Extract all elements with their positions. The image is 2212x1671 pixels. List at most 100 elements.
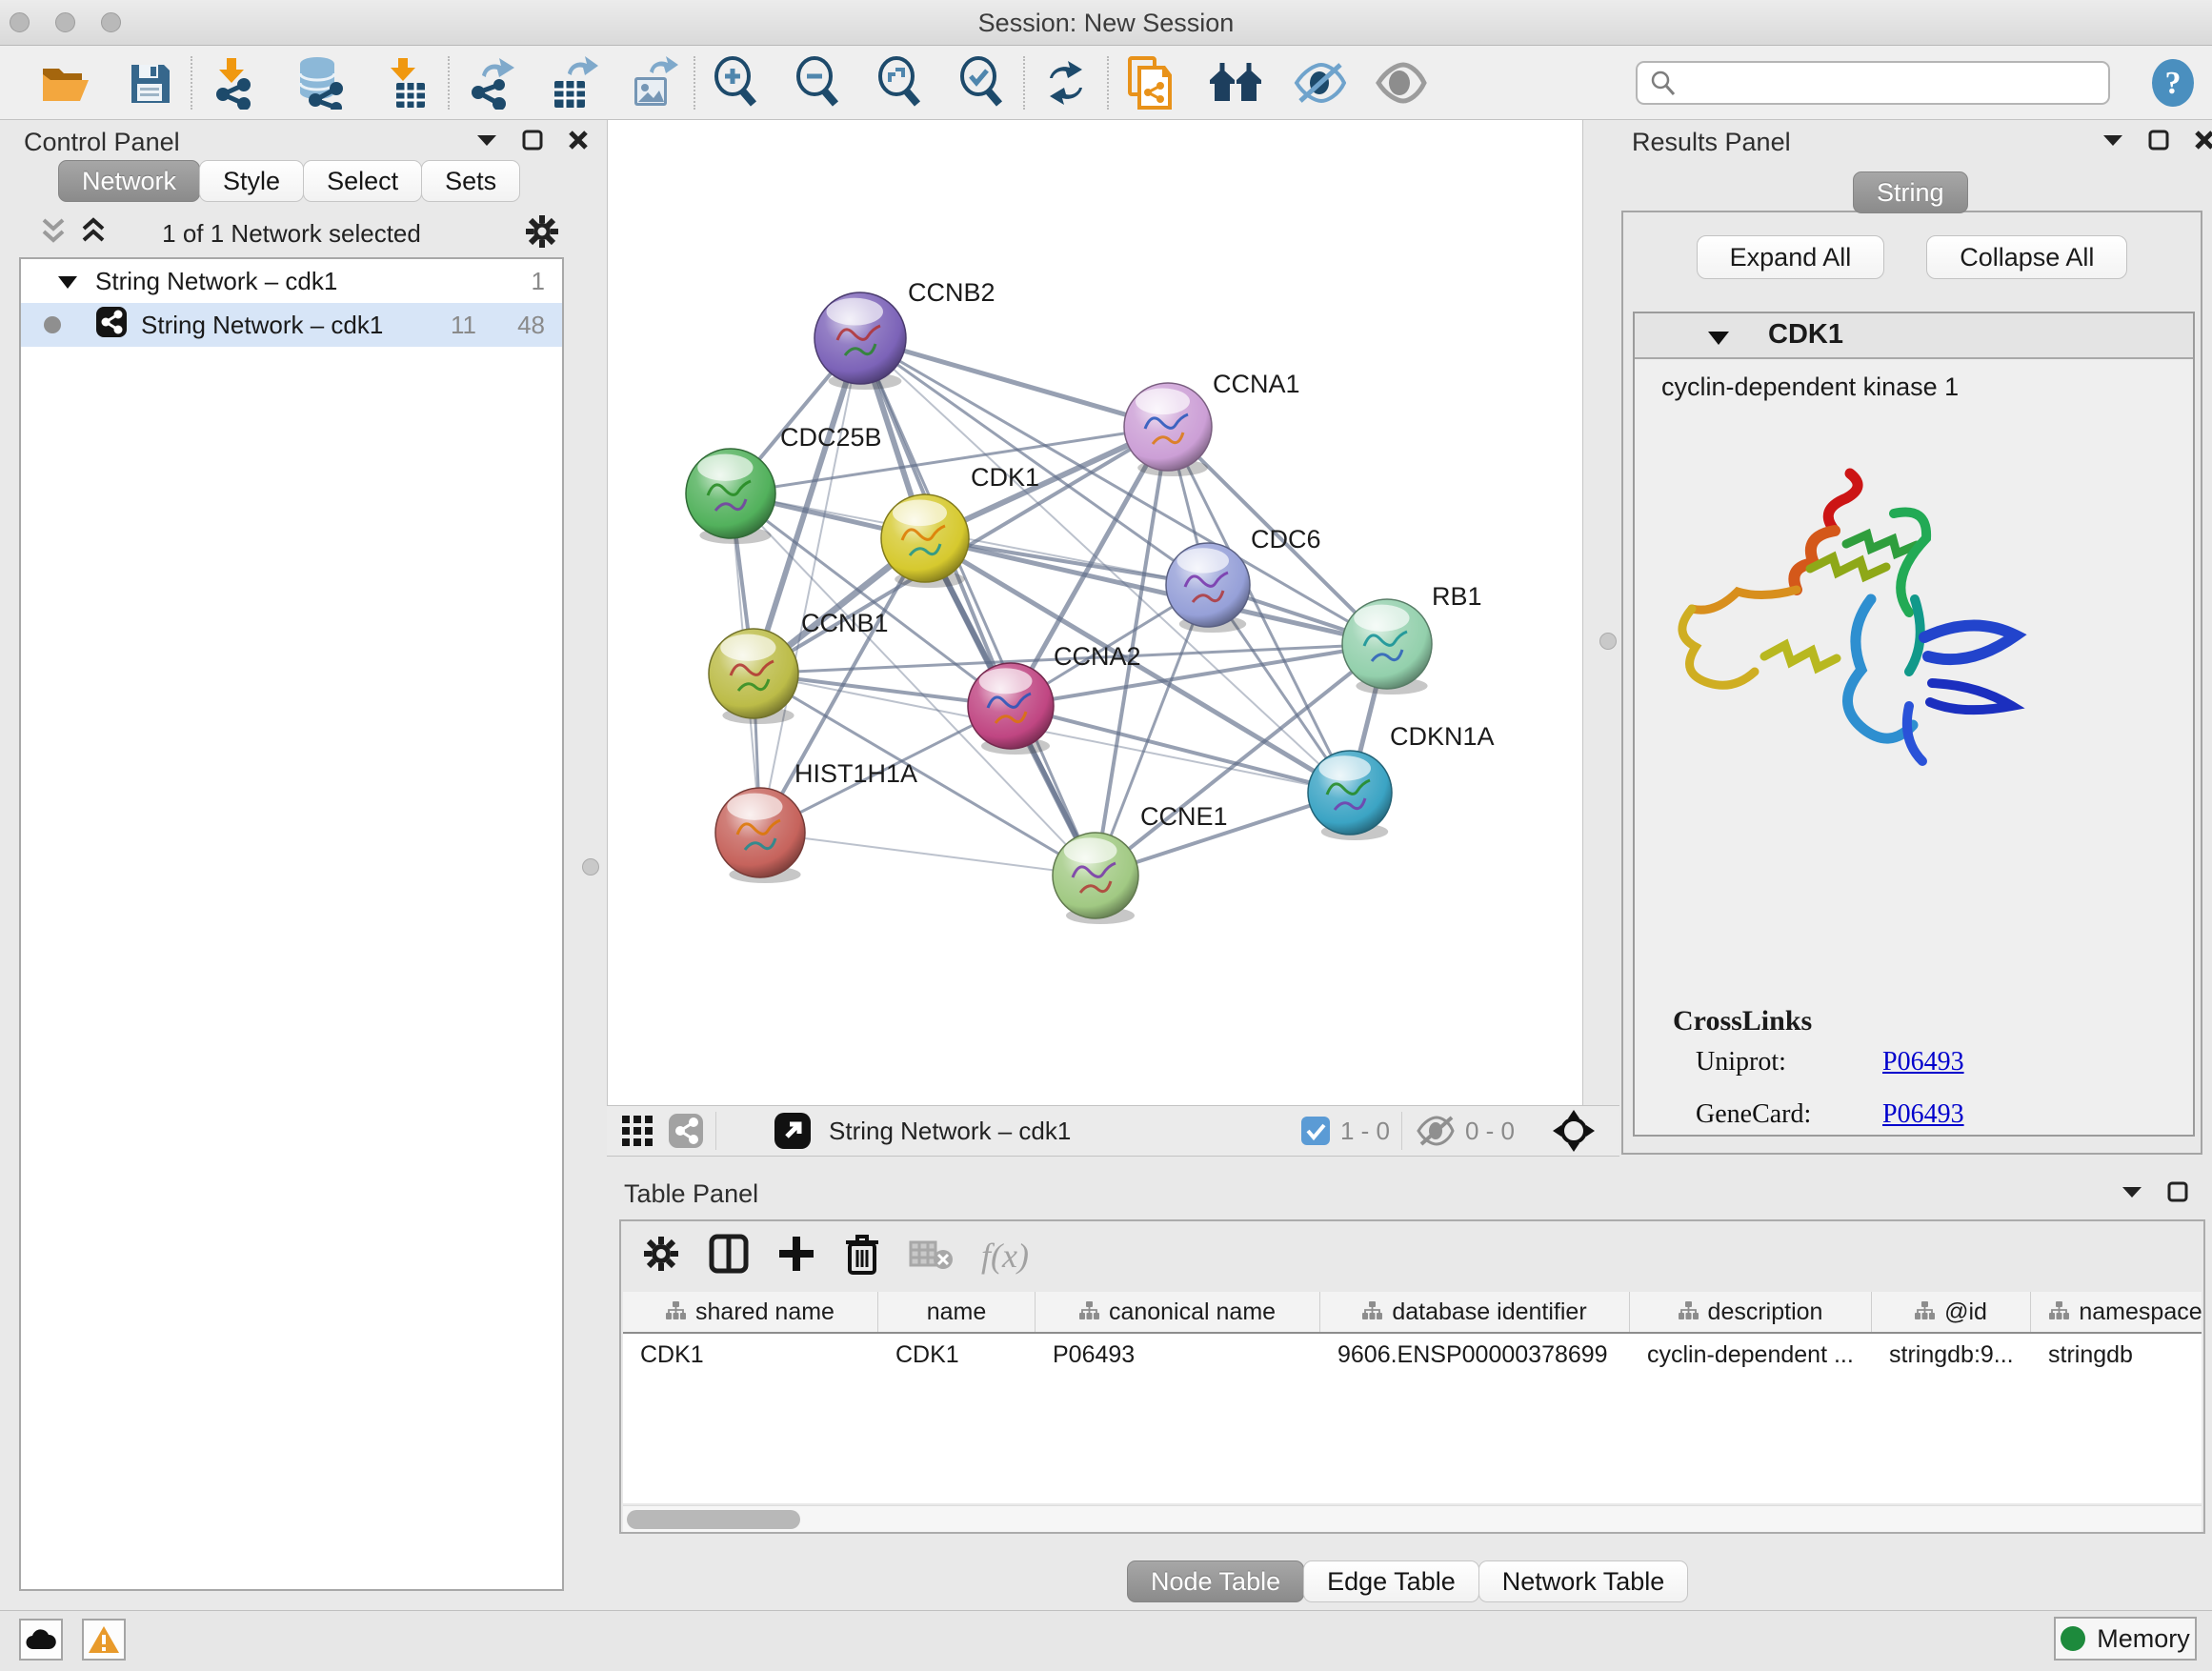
open-file-button[interactable] xyxy=(36,56,95,110)
network-node-ccnb1[interactable] xyxy=(709,629,798,724)
tab-string[interactable]: String xyxy=(1853,171,1968,213)
add-column-icon[interactable] xyxy=(777,1235,815,1278)
table-row[interactable]: CDK1CDK1P064939606.ENSP00000378699cyclin… xyxy=(623,1334,2202,1376)
search-input[interactable] xyxy=(1687,69,2108,98)
network-node-cdkn1a[interactable] xyxy=(1308,751,1392,840)
collapse-gene-arrow-icon[interactable] xyxy=(1707,330,1730,351)
column-header--id[interactable]: @id xyxy=(1872,1292,2031,1332)
show-grid-icon[interactable] xyxy=(620,1114,654,1148)
column-header-canonical-name[interactable]: canonical name xyxy=(1036,1292,1320,1332)
float-panel-icon[interactable] xyxy=(2120,1179,2144,1204)
selected-checkbox-icon[interactable] xyxy=(1300,1116,1331,1146)
home-button[interactable] xyxy=(1206,56,1265,110)
network-edge[interactable] xyxy=(760,833,1096,876)
network-node-cdc25b[interactable] xyxy=(686,449,775,544)
zoom-in-button[interactable] xyxy=(707,56,766,110)
save-session-button[interactable] xyxy=(120,56,179,110)
crosslink-link[interactable]: P06493 xyxy=(1882,1099,1964,1130)
birds-eye-view-icon[interactable] xyxy=(1553,1110,1595,1152)
collapse-all-button[interactable]: Collapse All xyxy=(1926,235,2127,279)
table-cell[interactable]: stringdb xyxy=(2031,1334,2202,1376)
help-button[interactable]: ? xyxy=(2147,57,2199,113)
column-attribute-icon xyxy=(1679,1299,1699,1326)
show-panel-eye-icon[interactable] xyxy=(1372,56,1431,110)
column-header-description[interactable]: description xyxy=(1630,1292,1872,1332)
table-cell[interactable]: 9606.ENSP00000378699 xyxy=(1320,1334,1630,1376)
export-network-button[interactable] xyxy=(461,56,520,110)
table-settings-gear-icon[interactable] xyxy=(642,1235,680,1278)
network-node-ccna2[interactable] xyxy=(968,663,1054,755)
node-label-cdkn1a: CDKN1A xyxy=(1390,722,1495,751)
network-edge[interactable] xyxy=(860,338,1387,644)
crosslink-link[interactable]: P06493 xyxy=(1882,1047,1964,1077)
scrollbar-thumb[interactable] xyxy=(627,1510,800,1529)
column-header-shared-name[interactable]: shared name xyxy=(623,1292,878,1332)
tab-edge-table[interactable]: Edge Table xyxy=(1303,1560,1479,1602)
collection-expand-arrow-icon[interactable] xyxy=(57,267,78,296)
tab-style[interactable]: Style xyxy=(199,160,304,202)
table-cell[interactable]: CDK1 xyxy=(878,1334,1036,1376)
table-cell[interactable]: CDK1 xyxy=(623,1334,878,1376)
node-label-ccna1: CCNA1 xyxy=(1213,370,1300,398)
search-icon xyxy=(1649,69,1678,97)
table-cell[interactable]: P06493 xyxy=(1036,1334,1320,1376)
tab-sets[interactable]: Sets xyxy=(421,160,520,202)
network-options-gear-icon[interactable] xyxy=(524,213,560,254)
tab-select[interactable]: Select xyxy=(303,160,422,202)
delete-table-icon[interactable] xyxy=(909,1237,953,1276)
expand-all-button[interactable]: Expand All xyxy=(1697,235,1885,279)
maximize-panel-icon[interactable] xyxy=(2146,128,2171,152)
open-in-new-window-icon[interactable] xyxy=(774,1112,812,1150)
warning-status-button[interactable] xyxy=(82,1619,126,1661)
zoom-selected-button[interactable] xyxy=(953,56,1012,110)
table-cell[interactable]: stringdb:9... xyxy=(1872,1334,2031,1376)
zoom-out-button[interactable] xyxy=(789,56,848,110)
memory-button[interactable]: Memory xyxy=(2054,1617,2197,1661)
network-node-cdc6[interactable] xyxy=(1166,543,1250,633)
export-image-button[interactable] xyxy=(623,56,682,110)
maximize-panel-icon[interactable] xyxy=(520,128,545,152)
delete-column-trash-icon[interactable] xyxy=(844,1233,880,1279)
import-network-from-database-button[interactable] xyxy=(290,56,349,110)
network-node-ccne1[interactable] xyxy=(1053,833,1138,924)
table-horizontal-scrollbar[interactable] xyxy=(623,1505,2202,1532)
network-node-rb1[interactable] xyxy=(1342,599,1432,695)
maximize-panel-icon[interactable] xyxy=(2165,1179,2190,1204)
close-panel-icon[interactable] xyxy=(566,128,591,152)
cloud-status-button[interactable] xyxy=(19,1619,63,1661)
clone-network-button[interactable] xyxy=(1120,56,1179,110)
network-collection-row[interactable]: String Network – cdk1 1 xyxy=(21,259,562,303)
float-panel-icon[interactable] xyxy=(2101,128,2125,152)
right-splitter-handle[interactable] xyxy=(1599,633,1617,650)
show-columns-icon[interactable] xyxy=(709,1234,749,1278)
network-canvas[interactable]: CCNB2CCNA1CDC25BCDK1CDC6RB1CCNB1CCNA2CDK… xyxy=(607,120,1583,1105)
gene-card-header[interactable]: CDK1 xyxy=(1635,313,2193,359)
hidden-eye-slash-icon[interactable] xyxy=(1416,1115,1456,1147)
network-edge[interactable] xyxy=(860,338,1168,427)
network-node-cdk1[interactable] xyxy=(881,494,969,588)
network-edge[interactable] xyxy=(860,338,1096,876)
export-table-button[interactable] xyxy=(543,56,602,110)
hide-panel-eye-icon[interactable] xyxy=(1290,56,1349,110)
left-splitter-handle[interactable] xyxy=(582,858,599,876)
column-header-database-identifier[interactable]: database identifier xyxy=(1320,1292,1630,1332)
zoom-fit-button[interactable] xyxy=(871,56,930,110)
network-node-hist1h1a[interactable] xyxy=(715,788,805,883)
network-edge[interactable] xyxy=(925,538,1387,644)
column-header-namespace[interactable]: namespace xyxy=(2031,1292,2202,1332)
float-panel-icon[interactable] xyxy=(474,128,499,152)
function-builder-icon[interactable]: f(x) xyxy=(981,1236,1029,1276)
column-header-name[interactable]: name xyxy=(878,1292,1036,1332)
network-node-ccna1[interactable] xyxy=(1124,383,1212,476)
tab-network-table[interactable]: Network Table xyxy=(1478,1560,1689,1602)
import-table-from-file-button[interactable] xyxy=(377,56,436,110)
tab-network[interactable]: Network xyxy=(58,160,200,202)
search-box[interactable] xyxy=(1636,61,2110,105)
network-row[interactable]: String Network – cdk1 11 48 xyxy=(21,303,562,347)
close-panel-icon[interactable] xyxy=(2192,128,2212,152)
import-network-from-file-button[interactable] xyxy=(204,56,263,110)
network-share-icon[interactable] xyxy=(668,1113,704,1149)
table-cell[interactable]: cyclin-dependent ... xyxy=(1630,1334,1872,1376)
tab-node-table[interactable]: Node Table xyxy=(1127,1560,1304,1602)
apply-layout-button[interactable] xyxy=(1036,56,1096,110)
